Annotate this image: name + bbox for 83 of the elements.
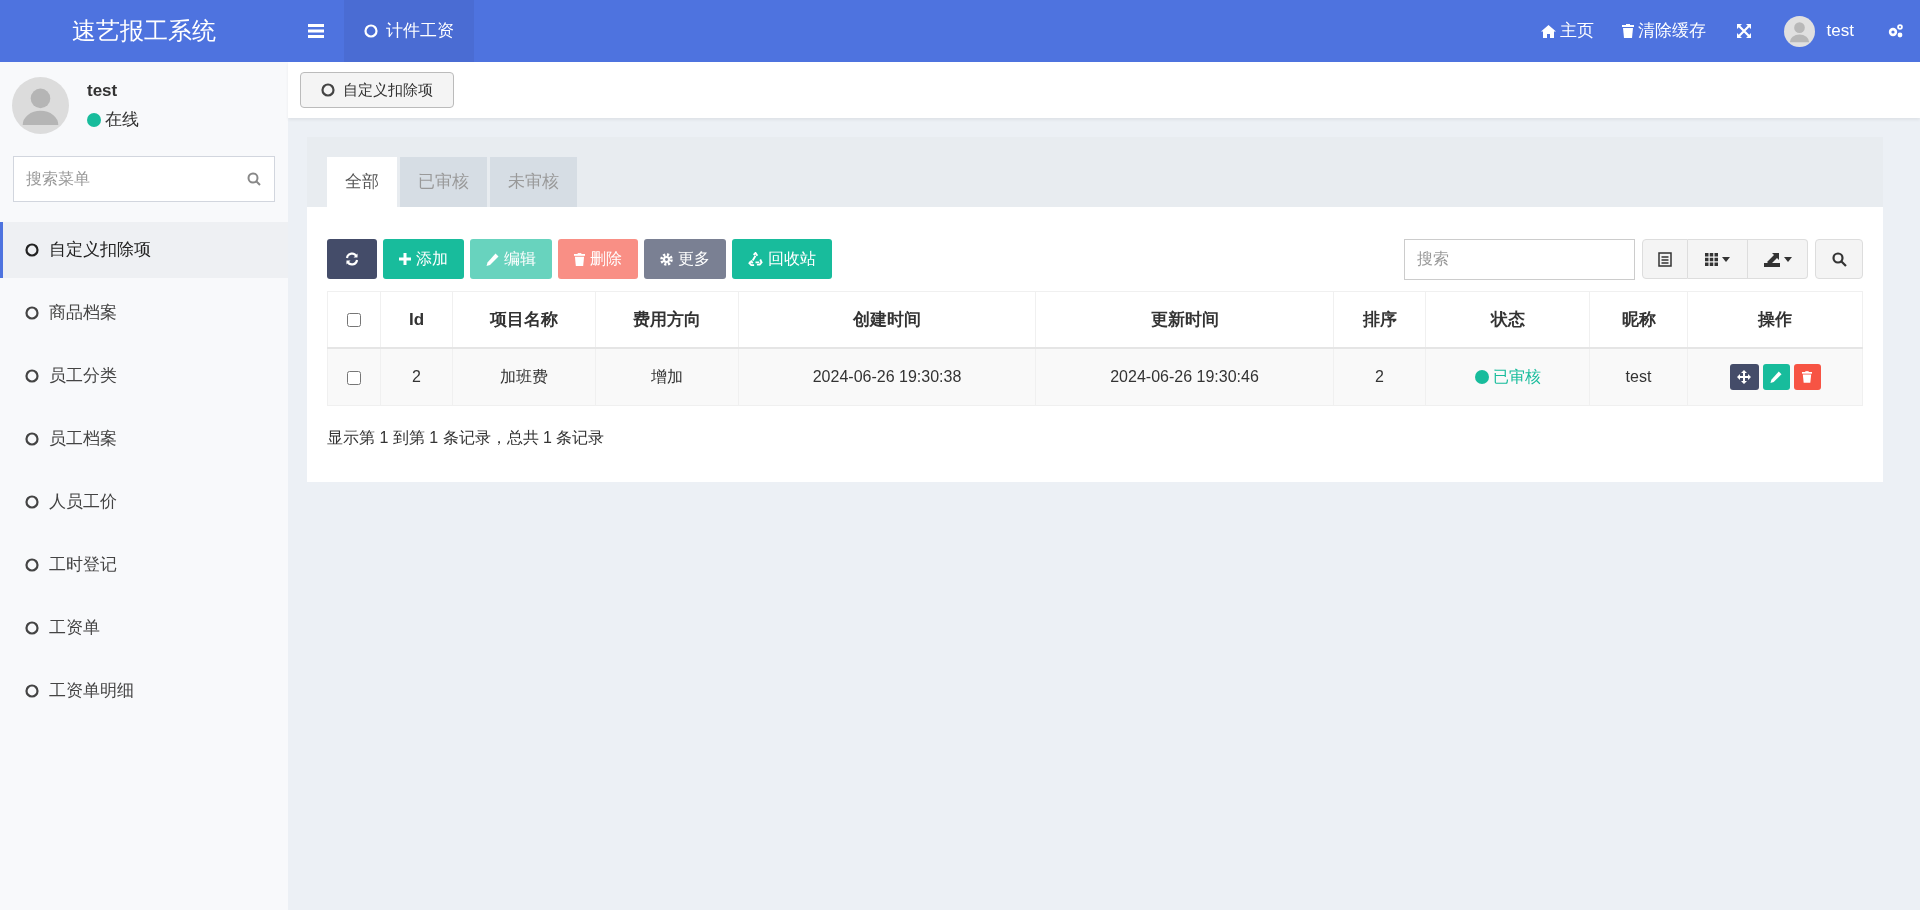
table-cell: 加班费: [500, 367, 548, 385]
circle-icon: [25, 306, 39, 320]
grid-icon: [1705, 252, 1718, 266]
user-name: test: [1826, 20, 1854, 43]
menu-search-field[interactable]: 搜索菜单: [13, 156, 275, 202]
circle-icon: [25, 243, 39, 257]
column-header: 项目名称: [490, 309, 558, 329]
caret-icon: [1783, 256, 1792, 262]
search-button[interactable]: [1815, 239, 1863, 279]
sidebar-menu-item[interactable]: 工资单明细: [0, 663, 288, 719]
sidebar-menu-item[interactable]: 工时登记: [0, 537, 288, 593]
table-cell: 2024-06-26 19:30:46: [1110, 367, 1259, 385]
user-name: test: [87, 79, 119, 102]
nav-tab[interactable]: 计件工资: [344, 0, 474, 62]
column-header: 更新时间: [1150, 309, 1219, 329]
table-search-field[interactable]: 搜索: [1404, 238, 1635, 280]
column-header: 昵称: [1621, 309, 1656, 329]
sidebar-menu-item[interactable]: 工资单: [0, 600, 288, 656]
sidebar-menu-item[interactable]: 员工分类: [0, 348, 288, 404]
circle-icon: [25, 684, 39, 698]
column-header: Id: [408, 309, 425, 329]
gears-icon: [1886, 23, 1904, 39]
trash-icon: [574, 252, 585, 266]
columns-button[interactable]: [1688, 239, 1748, 279]
recycle-bin-button[interactable]: 回收站: [732, 239, 832, 279]
table-cell: test: [1625, 367, 1652, 385]
table-cell: 2024-06-26 19:30:38: [812, 367, 962, 385]
circle-icon: [25, 621, 39, 635]
more-button[interactable]: 更多: [644, 239, 726, 279]
pencil-icon: [1770, 370, 1782, 383]
nav-link[interactable]: 清除缓存: [1607, 18, 1720, 44]
refresh-icon: [345, 252, 359, 266]
pagination-info: 显示第 1 到第 1 条记录，总共 1 条记录: [327, 429, 605, 446]
move-arrows-icon: [1737, 369, 1751, 384]
column-header: 排序: [1362, 309, 1397, 329]
page-tab[interactable]: 自定义扣除项: [300, 72, 454, 108]
filter-tab[interactable]: 全部: [327, 157, 397, 207]
row-checkbox[interactable]: [347, 370, 361, 385]
circle-icon: [25, 558, 39, 572]
column-header: 操作: [1758, 309, 1792, 329]
select-all-checkbox[interactable]: [347, 313, 361, 327]
sidebar-menu-item[interactable]: 员工档案: [0, 411, 288, 467]
sidebar-menu-item[interactable]: 商品档案: [0, 285, 288, 341]
nav-link[interactable]: 主页: [1526, 18, 1608, 44]
home-icon: [1540, 24, 1556, 38]
caret-icon: [1722, 256, 1730, 262]
circle-icon: [25, 432, 39, 446]
plus-icon: [399, 253, 411, 265]
trash-icon: [1802, 370, 1812, 383]
table-cell: 增加: [651, 367, 683, 385]
list-icon: [1658, 251, 1672, 267]
column-header: 创建时间: [853, 309, 921, 329]
toggle-view-button[interactable]: [1642, 239, 1688, 279]
logo-text: 速艺报工系统: [72, 17, 216, 44]
refresh-button[interactable]: [327, 239, 377, 279]
column-header: 费用方向: [633, 309, 701, 329]
status-label: 已审核: [1492, 366, 1541, 387]
drag-button[interactable]: [1729, 363, 1759, 390]
delete-button[interactable]: [1793, 363, 1821, 390]
table-cell: 2: [412, 367, 421, 385]
export-button[interactable]: [1748, 239, 1808, 279]
search-icon: [247, 172, 261, 186]
circle-icon: [25, 495, 39, 509]
trash-icon: [1621, 24, 1634, 38]
circle-icon: [25, 369, 39, 383]
sidebar-menu-item[interactable]: 自定义扣除项: [0, 222, 288, 278]
column-header: 状态: [1490, 309, 1525, 329]
add-button[interactable]: 添加: [383, 239, 464, 279]
user-menu[interactable]: test: [1767, 0, 1870, 62]
table-cell: 2: [1375, 367, 1384, 385]
menu-icon: [308, 24, 324, 38]
sidebar-menu-item[interactable]: 人员工价: [0, 474, 288, 530]
export-icon: [1763, 251, 1780, 267]
gear-icon: [660, 252, 673, 266]
recycle-icon: [748, 251, 763, 267]
avatar-icon: [12, 76, 69, 134]
circle-icon: [321, 83, 335, 97]
avatar-icon: [1783, 15, 1815, 47]
online-status: 在线: [105, 109, 139, 131]
search-icon: [1831, 251, 1847, 267]
circle-icon: [364, 24, 378, 38]
expand-arrows-icon: [1735, 23, 1752, 39]
pencil-icon: [486, 252, 499, 266]
